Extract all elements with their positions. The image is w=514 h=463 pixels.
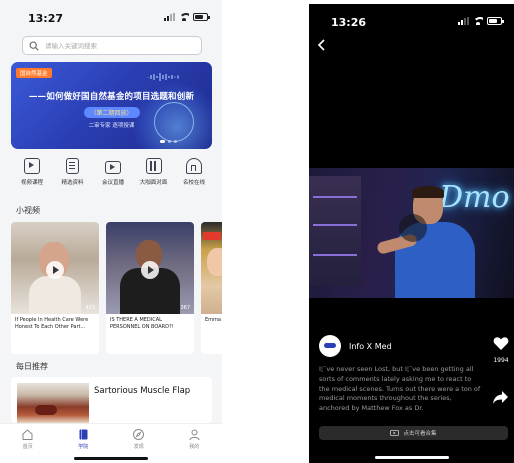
like-count: 1994 <box>493 357 509 364</box>
author-avatar[interactable] <box>319 335 341 357</box>
short-videos-title: 小视频 <box>16 206 40 215</box>
banner-tag: 国自然基金 <box>16 68 52 78</box>
quick-link-video-course[interactable]: 视频课程 <box>13 158 51 186</box>
signal-icon <box>458 17 469 25</box>
video-caption: Emma Millon <box>205 317 222 323</box>
signal-icon <box>164 13 175 21</box>
like-button[interactable]: 1994 <box>492 336 510 364</box>
video-presenter <box>376 186 475 298</box>
right-phone-screen: 13:26 Dmo Info X Med 1994 I¦ˉve never se… <box>309 4 514 463</box>
document-icon <box>66 158 79 174</box>
home-icon <box>22 429 33 440</box>
quick-link-schools[interactable]: 名校在线 <box>175 158 213 186</box>
search-bar[interactable] <box>22 36 202 55</box>
wifi-icon <box>473 17 483 25</box>
heart-icon <box>493 337 509 350</box>
short-video-list: 423 If People In Health Care Were Honest… <box>11 222 222 354</box>
quick-link-experts[interactable]: 大咖面对面 <box>135 158 173 186</box>
status-icons <box>458 17 504 25</box>
video-thumbnail <box>201 222 222 314</box>
author-name: Info X Med <box>349 341 392 351</box>
video-caption: If People In Health Care Were Honest To … <box>15 317 89 330</box>
daily-recommend-card[interactable]: Sartorious Muscle Flap <box>11 377 212 423</box>
quick-links: 视频课程 精选资料 会议直播 大咖面对面 名校在线 <box>13 158 213 186</box>
status-bar: 13:26 <box>309 4 514 34</box>
video-thumbnail: 423 <box>11 222 99 314</box>
video-play-icon[interactable] <box>399 214 427 242</box>
short-video-card[interactable]: 423 If People In Health Care Were Honest… <box>11 222 99 354</box>
share-icon <box>493 391 508 404</box>
school-icon <box>186 158 202 174</box>
collection-icon <box>390 430 400 436</box>
home-indicator <box>74 457 148 460</box>
tab-profile[interactable]: 我的 <box>174 428 214 463</box>
play-icon <box>141 260 159 279</box>
back-arrow-icon[interactable] <box>316 38 328 52</box>
tab-label: 发现 <box>133 444 144 450</box>
quick-link-label: 视频课程 <box>20 180 43 186</box>
quick-link-label: 精选资料 <box>61 180 84 186</box>
status-icons <box>164 13 210 21</box>
banner-note: 二审专家 逐项授课 <box>88 123 135 129</box>
promo-banner[interactable]: 国自然基金 ——如何做好国自然基金的项目选题和创新 （第二期回放） 二审专家 逐… <box>11 62 212 149</box>
video-description: I¦ˉve never seen Lost, but I¦ˉve been ge… <box>319 365 481 412</box>
banner-subtitle: （第二期回放） <box>83 107 140 118</box>
building-icon <box>145 158 162 174</box>
video-course-icon <box>24 158 40 174</box>
quick-link-label: 会议直播 <box>101 180 124 186</box>
status-time: 13:27 <box>28 12 64 25</box>
wifi-icon <box>179 13 189 21</box>
battery-icon <box>487 17 504 25</box>
home-indicator <box>375 456 449 459</box>
tab-label: 我的 <box>189 444 200 450</box>
search-input[interactable] <box>45 41 195 50</box>
tab-label: 首页 <box>22 444 33 450</box>
quick-link-label: 名校在线 <box>182 180 205 186</box>
book-icon <box>79 429 88 440</box>
status-time: 13:26 <box>331 16 367 29</box>
battery-icon <box>193 13 210 21</box>
search-icon <box>29 41 39 51</box>
compass-icon <box>133 429 145 440</box>
tab-home[interactable]: 首页 <box>8 428 48 463</box>
sound-wave-icon <box>147 73 179 81</box>
tab-label: 学院 <box>78 444 89 450</box>
quick-link-documents[interactable]: 精选资料 <box>54 158 92 186</box>
banner-title: ——如何做好国自然基金的项目选题和创新 <box>28 92 195 102</box>
author-row[interactable]: Info X Med <box>319 335 392 357</box>
collection-label: 点击可看合集 <box>403 431 437 437</box>
likes-count: 367 <box>180 305 190 311</box>
likes-count: 423 <box>85 305 95 311</box>
video-bg-shelf <box>309 176 361 286</box>
quick-link-label: 大咖面对面 <box>139 180 168 186</box>
banner-pagination <box>160 140 177 143</box>
short-video-card[interactable]: Emma Millon <box>201 222 222 354</box>
daily-item-title: Sartorious Muscle Flap <box>94 386 191 396</box>
video-caption: IS THERE A MEDICAL PERSONNEL ON BOARD?! <box>110 317 174 330</box>
status-bar: 13:27 <box>0 0 222 30</box>
video-player[interactable]: Dmo <box>309 168 514 298</box>
share-button[interactable] <box>492 390 510 409</box>
left-phone-screen: 13:27 国自然基金 ——如何做好国自然基金的项目选题和创新 <box>0 0 222 463</box>
quick-link-live[interactable]: 会议直播 <box>94 158 132 186</box>
user-icon <box>189 429 200 441</box>
daily-thumbnail <box>17 383 89 423</box>
live-tv-icon <box>105 161 121 174</box>
collection-button[interactable]: 点击可看合集 <box>319 426 508 440</box>
short-video-card[interactable]: 367 IS THERE A MEDICAL PERSONNEL ON BOAR… <box>106 222 194 354</box>
screenshot-root: 13:27 国自然基金 ——如何做好国自然基金的项目选题和创新 <box>0 0 514 463</box>
daily-title: 每日推荐 <box>16 362 48 371</box>
play-icon <box>46 260 64 279</box>
video-thumbnail: 367 <box>106 222 194 314</box>
